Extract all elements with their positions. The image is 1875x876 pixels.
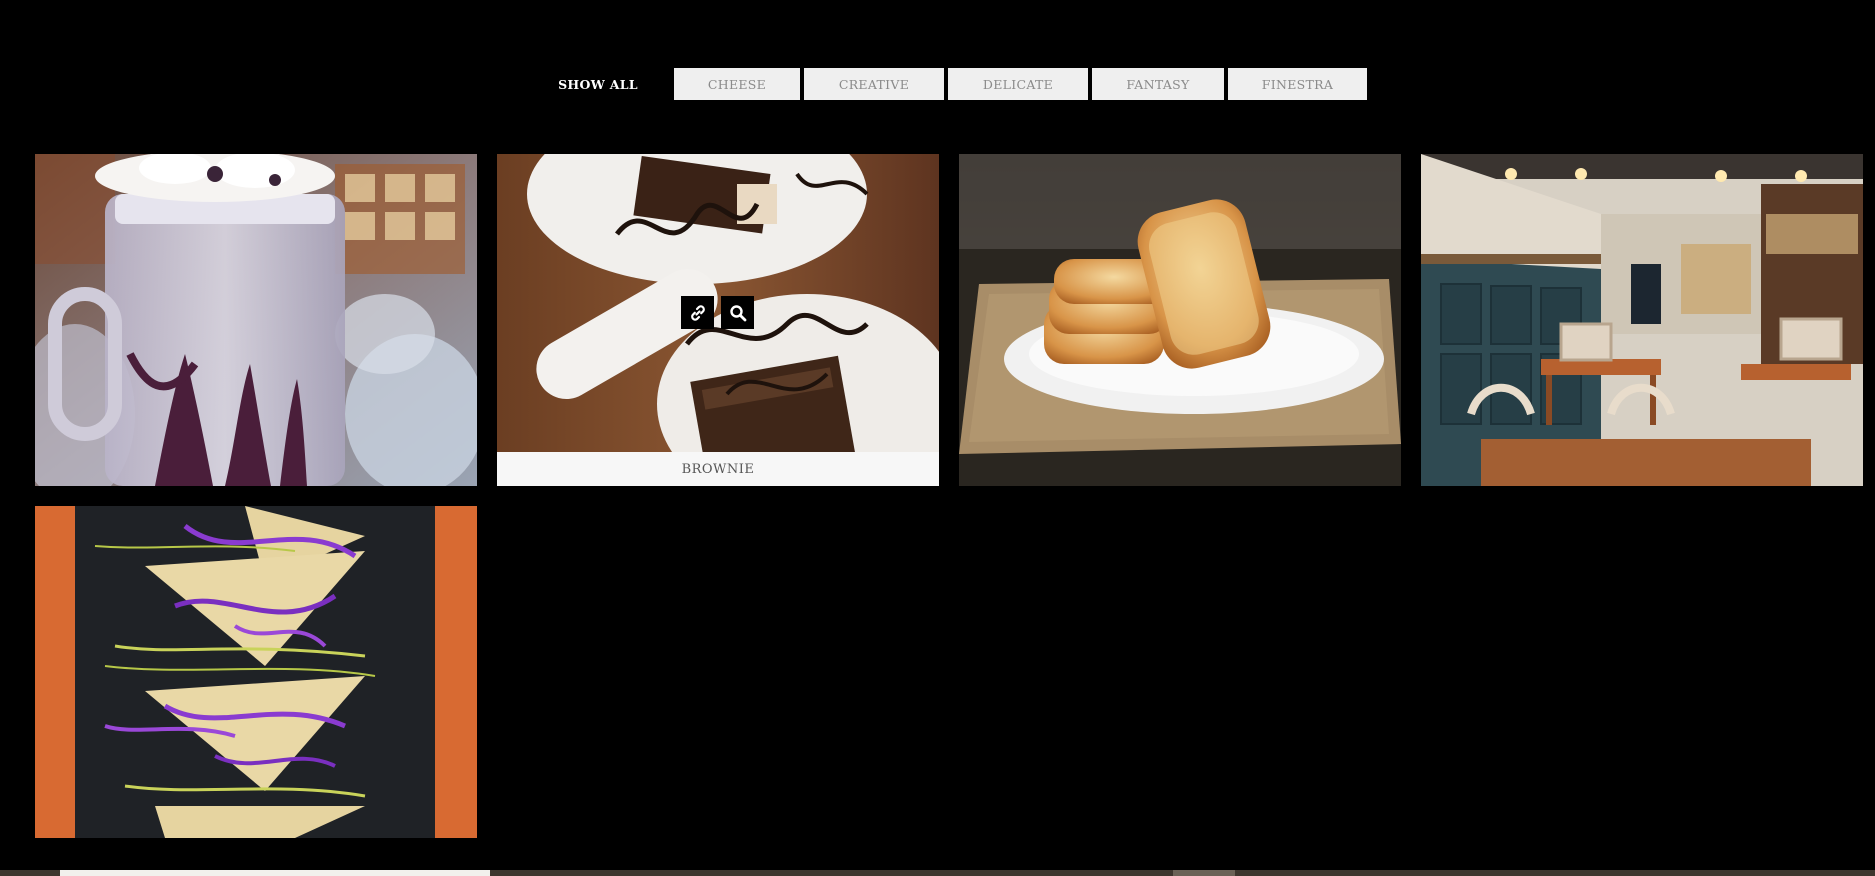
link-button[interactable] xyxy=(681,296,714,329)
filter-delicate[interactable]: DELICATE xyxy=(948,68,1088,100)
filter-creative[interactable]: CREATIVE xyxy=(804,68,944,100)
footer-strip-mid-segment xyxy=(1173,870,1235,876)
gallery-item-sandwiches[interactable] xyxy=(35,506,477,838)
filter-fantasy[interactable]: FANTASY xyxy=(1092,68,1224,100)
filter-cheese[interactable]: CHEESE xyxy=(674,68,800,100)
gallery-item-toast[interactable] xyxy=(959,154,1401,486)
filter-finestra[interactable]: FINESTRA xyxy=(1228,68,1367,100)
footer-strip-light-segment xyxy=(60,870,490,876)
gallery-item-cafe-interior[interactable] xyxy=(1421,154,1863,486)
search-icon xyxy=(729,304,746,321)
cafe-interior-photo xyxy=(1421,154,1863,486)
gallery-item-caption[interactable]: BROWNIE xyxy=(497,452,939,486)
milkshake-photo xyxy=(35,154,477,486)
gallery-item-brownie[interactable]: BROWNIE xyxy=(497,154,939,486)
zoom-button[interactable] xyxy=(721,296,754,329)
gallery-item-milkshake[interactable] xyxy=(35,154,477,486)
toast-photo xyxy=(959,154,1401,486)
filter-show-all[interactable]: SHOW ALL xyxy=(548,68,648,100)
brownie-photo xyxy=(497,154,939,486)
portfolio-filter-bar: SHOW ALL CHEESE CREATIVE DELICATE FANTAS… xyxy=(0,68,1875,100)
sandwiches-photo xyxy=(35,506,477,838)
footer-image-strip xyxy=(0,870,1875,876)
link-icon xyxy=(690,304,705,321)
